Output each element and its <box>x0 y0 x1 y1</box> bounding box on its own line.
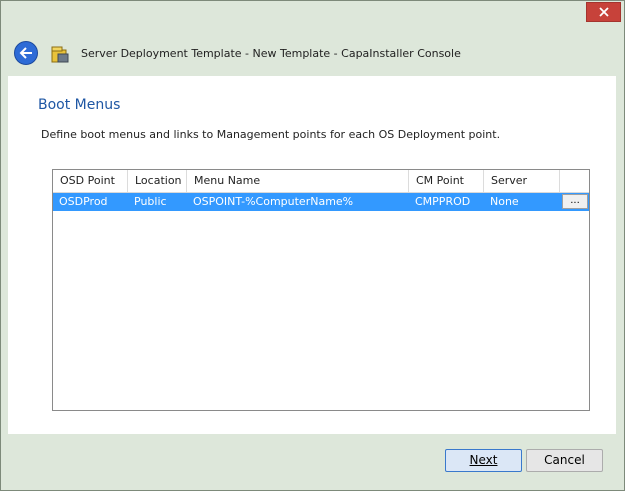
cell-osd-point: OSDProd <box>59 195 108 208</box>
cell-server: None <box>490 195 519 208</box>
cell-location: Public <box>134 195 167 208</box>
column-header-server[interactable]: Server <box>484 170 560 192</box>
page-title: Boot Menus <box>38 97 121 113</box>
column-header-menu-name[interactable]: Menu Name <box>187 170 409 192</box>
column-header-action <box>560 170 589 192</box>
column-header-cm-point[interactable]: CM Point <box>409 170 484 192</box>
capainstaller-app-icon <box>50 44 70 64</box>
close-button[interactable] <box>586 2 621 22</box>
cell-menu-name: OSPOINT-%ComputerName% <box>193 195 354 208</box>
window-title: Server Deployment Template - New Templat… <box>81 47 461 60</box>
row-ellipsis-button[interactable]: ... <box>562 194 588 209</box>
cancel-button[interactable]: Cancel <box>526 449 603 472</box>
page-description: Define boot menus and links to Managemen… <box>41 128 501 141</box>
cell-cm-point: CMPPROD <box>415 195 471 208</box>
table-row[interactable]: OSDProd Public OSPOINT-%ComputerName% CM… <box>53 193 589 211</box>
column-header-location[interactable]: Location <box>128 170 187 192</box>
next-button-label: Next <box>469 453 498 467</box>
wizard-window: Server Deployment Template - New Templat… <box>0 0 625 491</box>
next-button[interactable]: Next <box>445 449 522 472</box>
column-header-osd-point[interactable]: OSD Point <box>53 170 128 192</box>
grid-header: OSD Point Location Menu Name CM Point Se… <box>53 170 589 193</box>
boot-menus-grid[interactable]: OSD Point Location Menu Name CM Point Se… <box>52 169 590 411</box>
back-button[interactable] <box>14 41 38 65</box>
close-icon <box>598 7 609 17</box>
back-arrow-icon <box>19 47 32 59</box>
